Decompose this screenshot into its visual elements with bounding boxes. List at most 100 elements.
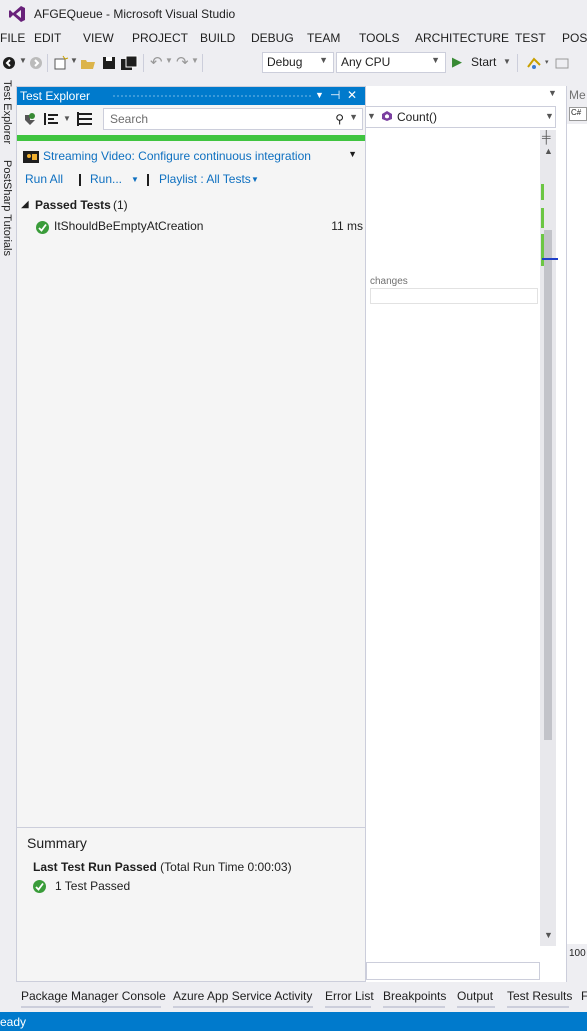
back-icon[interactable] <box>2 56 16 70</box>
menu-team[interactable]: TEAM <box>307 31 340 45</box>
summary-result-detail: (Total Run Time 0:00:03) <box>160 860 292 874</box>
run-commands: Run All Run... ▼ Playlist : All Tests ▼ <box>25 172 365 190</box>
chevron-down-icon: ▼ <box>431 55 440 65</box>
right-tool-window: Me C# 100 <box>566 86 587 982</box>
chevron-down-icon: ▼ <box>319 55 328 65</box>
menu-project[interactable]: PROJECT <box>132 31 188 45</box>
type-dropdown-icon[interactable]: ▼ <box>367 111 376 121</box>
passed-tests-group[interactable]: ◢ Passed Tests (1) <box>21 198 361 216</box>
new-project-icon[interactable] <box>53 55 69 71</box>
chevron-down-icon[interactable]: ▼ <box>348 149 357 159</box>
redo-icon[interactable]: ↷ <box>176 53 189 71</box>
side-tab-strip: Test Explorer PostSharp Tutorials <box>0 80 16 280</box>
search-dropdown-icon[interactable]: ▼ <box>349 112 358 122</box>
status-text: eady <box>0 1015 27 1029</box>
search-icon[interactable]: ⚲ <box>335 112 344 126</box>
menu-view[interactable]: VIEW <box>83 31 114 45</box>
redo-dropdown-icon[interactable]: ▼ <box>191 56 199 65</box>
scroll-down-icon[interactable]: ▼ <box>544 930 553 940</box>
menu-test[interactable]: TEST <box>515 31 546 45</box>
visual-studio-logo-icon <box>9 6 25 22</box>
group-label: Passed Tests <box>35 198 111 212</box>
test-explorer-header[interactable]: Test Explorer ▼ ⊣ ✕ <box>17 87 365 105</box>
member-dropdown-label[interactable]: Count() <box>397 110 437 124</box>
browser-link-icon[interactable] <box>526 55 542 71</box>
menu-debug[interactable]: DEBUG <box>251 31 294 45</box>
status-bar: eady <box>0 1012 587 1031</box>
tab-error-list[interactable]: Error List <box>325 989 374 1003</box>
menu-tools[interactable]: TOOLS <box>359 31 399 45</box>
solution-configuration-value: Debug <box>267 55 303 69</box>
new-dropdown-icon[interactable]: ▼ <box>70 56 78 65</box>
collapse-triangle-icon[interactable]: ◢ <box>21 199 29 210</box>
solution-configuration-select[interactable]: Debug ▼ <box>262 52 334 73</box>
back-dropdown-icon[interactable]: ▼ <box>19 56 27 65</box>
project-name[interactable]: Streaming Video: Configure continuous in… <box>43 149 311 163</box>
project-selector[interactable]: Streaming Video: Configure continuous in… <box>23 148 363 166</box>
save-all-icon[interactable] <box>120 55 138 71</box>
right-panel-body <box>567 124 587 944</box>
menu-bar: FILE EDIT VIEW PROJECT BUILD DEBUG TEAM … <box>0 28 587 50</box>
right-panel-title: Me <box>569 88 586 102</box>
zoom-level[interactable]: 100 <box>569 948 586 959</box>
undo-dropdown-icon[interactable]: ▼ <box>165 56 173 65</box>
save-icon[interactable] <box>101 55 117 71</box>
auto-hide-pin-icon[interactable]: ⊣ <box>330 88 340 102</box>
window-position-dropdown-icon[interactable]: ▼ <box>315 90 324 100</box>
menu-architecture[interactable]: ARCHITECTURE <box>415 31 509 45</box>
group-by-icon[interactable] <box>44 112 60 126</box>
menu-file[interactable]: FILE <box>0 31 25 45</box>
search-input[interactable] <box>108 111 308 127</box>
test-explorer-panel: Test Explorer ▼ ⊣ ✕ ▼ ⚲ ▼ Streaming Vide… <box>16 86 366 982</box>
standard-toolbar: ▼ ▼ ↶ ▼ ↷ ▼ Debug ▼ Any CPU ▼ ▶ Start ▼ … <box>0 50 587 76</box>
run-all-link[interactable]: Run All <box>25 172 63 186</box>
test-row[interactable]: ItShouldBeEmptyAtCreation 11 ms <box>35 219 363 237</box>
run-dropdown-icon[interactable]: ▼ <box>131 175 139 184</box>
run-link[interactable]: Run... <box>90 172 122 186</box>
summary-passed-label: 1 Test Passed <box>55 879 131 893</box>
drag-grip[interactable] <box>112 94 312 99</box>
tab-test-results[interactable]: Test Results <box>507 989 572 1003</box>
tab-package-manager-console[interactable]: Package Manager Console <box>21 989 166 1003</box>
right-panel-header[interactable]: Me <box>567 86 587 104</box>
scroll-thumb[interactable] <box>544 230 552 740</box>
solution-platform-value: Any CPU <box>341 55 391 69</box>
undo-icon[interactable]: ↶ <box>150 53 163 71</box>
changes-field[interactable] <box>370 288 538 304</box>
forward-icon[interactable] <box>29 56 43 70</box>
start-debugging-button[interactable]: ▶ Start ▼ <box>452 54 512 72</box>
open-folder-icon[interactable] <box>80 55 96 71</box>
close-icon[interactable]: ✕ <box>347 88 357 102</box>
split-window-icon[interactable]: ╪ <box>542 130 551 144</box>
change-marker <box>541 184 544 200</box>
playlist-link[interactable]: Playlist : All Tests <box>159 172 251 186</box>
test-duration: 11 ms <box>331 219 363 233</box>
menu-build[interactable]: BUILD <box>200 31 235 45</box>
toolbar-overflow-icon[interactable]: ▾ <box>545 58 549 66</box>
search-box[interactable]: ⚲ ▼ <box>103 108 363 130</box>
tab-azure-app-service-activity[interactable]: Azure App Service Activity <box>173 989 312 1003</box>
editor-tab-dropdown-icon[interactable]: ▼ <box>548 88 557 98</box>
play-icon: ▶ <box>452 54 462 69</box>
tab-output[interactable]: Output <box>457 989 493 1003</box>
horizontal-scrollbar[interactable] <box>366 962 540 980</box>
panel-title: Test Explorer <box>20 89 91 103</box>
summary-passed-row[interactable]: 1 Test Passed <box>33 879 233 895</box>
scroll-up-icon[interactable]: ▲ <box>544 146 553 156</box>
menu-edit[interactable]: EDIT <box>34 31 61 45</box>
toolbar-icon[interactable] <box>555 56 569 70</box>
side-tab-postsharp-tutorials[interactable]: PostSharp Tutorials <box>1 160 13 256</box>
summary-title: Summary <box>27 835 87 851</box>
playlist-dropdown-icon[interactable]: ▼ <box>251 175 259 184</box>
side-tab-test-explorer[interactable]: Test Explorer <box>1 80 13 144</box>
member-dropdown-icon[interactable]: ▼ <box>545 111 554 121</box>
run-tests-after-build-icon[interactable] <box>21 111 37 127</box>
group-count: (1) <box>113 198 128 212</box>
passed-check-icon <box>36 221 49 234</box>
view-icon[interactable] <box>77 112 93 126</box>
group-by-dropdown-icon[interactable]: ▼ <box>63 114 71 123</box>
menu-postsharp[interactable]: POST <box>562 31 587 45</box>
tab-more[interactable]: F <box>581 989 587 1003</box>
tab-breakpoints[interactable]: Breakpoints <box>383 989 446 1003</box>
solution-platform-select[interactable]: Any CPU ▼ <box>336 52 446 73</box>
